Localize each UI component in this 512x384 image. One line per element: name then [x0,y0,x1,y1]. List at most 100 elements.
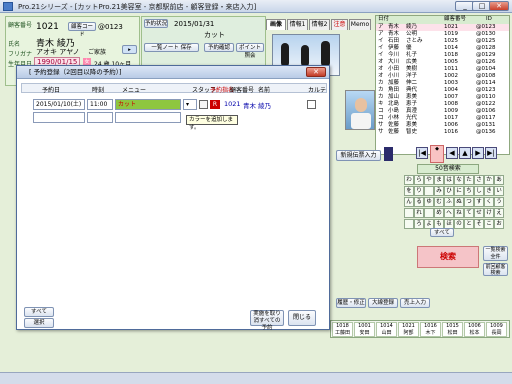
kana-key[interactable]: え [494,208,504,218]
tab-memo[interactable]: Memo [349,19,371,30]
recent-customer-item[interactable]: 1018 工藤田 [332,322,353,337]
second-menu-field[interactable] [115,112,181,123]
tab-info1[interactable]: 情報1 [287,19,308,30]
list-item[interactable]: イ今川 礼子 1018 @0129 [376,52,509,59]
nav-next-icon[interactable]: ▶ [472,147,484,159]
nav-prev-icon[interactable]: ◀ [446,147,458,159]
list-item[interactable]: イ石田 さとみ 1025 @0125 [376,38,509,45]
reservation-menu-field[interactable]: カット [115,99,181,110]
detail-button[interactable]: ▸ [122,45,137,54]
kana-key[interactable]: ん [404,197,414,207]
reservation-time-field[interactable]: 11:00 [87,99,113,110]
reservation-confirm-button[interactable]: 予約確認 [204,43,234,52]
kana-key[interactable]: う [494,197,504,207]
kana-key[interactable]: り [414,186,424,196]
kana-key[interactable]: し [474,186,484,196]
list-item[interactable]: オ小川 洋子 1002 @0108 [376,73,509,80]
cancel-all-reservations-button[interactable]: 実施を取り消すべての予約 [250,310,284,331]
dialog-close-text-button[interactable]: 閉じる [288,310,316,326]
all-customers-search-button[interactable]: 一覧検索 全件 [483,246,508,261]
dialog-select-button[interactable]: 選択 [24,318,54,328]
kana-key[interactable] [424,208,434,218]
kana-key[interactable]: ふ [444,197,454,207]
close-button[interactable]: ✕ [489,1,509,11]
kana-key[interactable]: ま [434,175,444,185]
kana-key[interactable]: お [494,219,504,229]
kana-key[interactable]: ひ [444,186,454,196]
kana-key[interactable]: ら [414,175,424,185]
nav-current-icon[interactable]: ◆ [430,145,444,163]
kana-key[interactable]: わ [404,175,414,185]
kana-key[interactable]: ろ [414,219,424,229]
tab-info2[interactable]: 情報2 [309,19,330,30]
list-item[interactable]: サ佐藤 恵美 1006 @0131 [376,122,509,129]
kana-key[interactable] [404,208,414,218]
nav-last-icon[interactable]: ▶| [485,147,497,159]
kana-key[interactable]: て [464,208,474,218]
reservation-status-button[interactable]: 予約状況 [144,19,168,28]
kana-key[interactable]: た [464,175,474,185]
recent-customer-item[interactable]: 1015 松田 [442,322,463,337]
recent-customer-item[interactable]: 1009 長岡 [486,322,507,337]
kana-key[interactable]: む [434,197,444,207]
list-item[interactable]: オ小田 美樹 1011 @0104 [376,66,509,73]
kana-key[interactable]: け [484,208,494,218]
dialog-close-button[interactable]: ✕ [306,67,326,77]
kana-key[interactable]: ね [454,208,464,218]
kana-key[interactable]: す [474,197,484,207]
nav-up-icon[interactable]: ▲ [459,147,471,159]
list-item[interactable]: ア青木 公明 1019 @0130 [376,31,509,38]
kana-key[interactable]: や [424,175,434,185]
recent-customer-item[interactable]: 1016 木下 [420,322,441,337]
kana-key[interactable]: こ [484,219,494,229]
kana-key[interactable]: せ [474,208,484,218]
staff-dropdown[interactable]: ▾ [183,99,197,110]
kana-key[interactable]: み [434,186,444,196]
kana-key[interactable]: な [454,175,464,185]
nav-first-icon[interactable]: |◀ [416,147,428,159]
list-item[interactable]: カ加山 恵美 1007 @0110 [376,94,509,101]
list-item[interactable]: コ小島 真澄 1009 @0106 [376,108,509,115]
kana-key[interactable]: そ [474,219,484,229]
list-item[interactable]: ア青木 綾乃 1021 @0123 [376,24,509,31]
kana-key[interactable]: る [414,197,424,207]
search-button[interactable]: 検索 [417,246,479,268]
point-inquiry-button[interactable]: ポイント 照会 [236,43,264,59]
previous-customer-search-button[interactable]: 前回顧客検索 [483,263,508,276]
list-item[interactable]: オ大川 広美 1005 @0126 [376,59,509,66]
list-item[interactable]: カ加藤 伸二 1003 @0114 [376,80,509,87]
kana-key[interactable]: れ [414,208,424,218]
list-note-save-button[interactable]: 一覧ノート 保存 [144,43,199,52]
tab-image[interactable]: 画像 [266,19,286,30]
kana-key[interactable]: い [494,186,504,196]
kana-key[interactable]: へ [444,208,454,218]
recent-customer-item[interactable]: 1001 安田 [354,322,375,337]
kana-key[interactable]: に [454,186,464,196]
recent-customer-item[interactable]: 1006 松本 [464,322,485,337]
kana-key[interactable]: め [434,208,444,218]
list-item[interactable]: キ北島 恵子 1008 @0122 [376,101,509,108]
kana-all-button[interactable]: すべて [430,228,454,237]
list-item[interactable]: カ角田 典代 1004 @0123 [376,87,509,94]
kana-key[interactable]: さ [474,175,484,185]
kana-key[interactable]: ち [464,186,474,196]
dialog-all-button[interactable]: すべて [24,307,54,317]
kana-key[interactable]: を [404,186,414,196]
second-time-field[interactable] [87,112,113,123]
tab-caution[interactable]: 注意 [331,19,348,30]
karte-checkbox[interactable] [307,100,316,109]
kana-key[interactable]: の [454,219,464,229]
list-item[interactable]: サ佐藤 智史 1016 @0136 [376,129,509,136]
second-date-field[interactable] [33,112,85,123]
kana-key[interactable] [424,186,434,196]
nav-icon[interactable] [384,147,393,161]
recent-customer-item[interactable]: 1021 阿部 [398,322,419,337]
recent-customer-item[interactable]: 1014 山田 [376,322,397,337]
kana-key[interactable]: あ [494,175,504,185]
kana-key[interactable] [404,219,414,229]
new-ticket-button[interactable]: 新規伝票入力 [336,150,381,161]
reservation-date-field[interactable]: 2015/01/10(土) [33,99,85,110]
big-line-register-button[interactable]: 大線登録 [368,298,398,308]
kana-key[interactable]: く [484,197,494,207]
history-edit-button[interactable]: 履歴・修正 [336,298,366,308]
